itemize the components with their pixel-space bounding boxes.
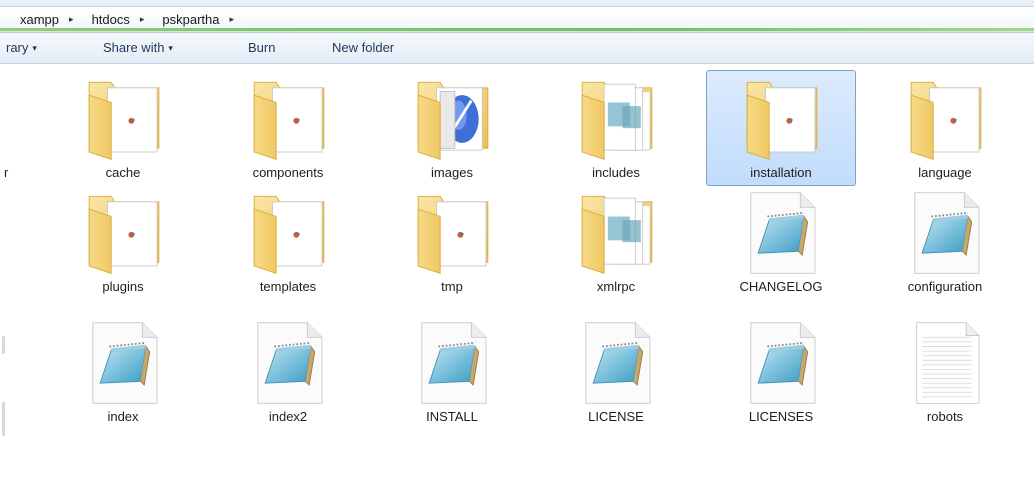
file-item-xmlrpc[interactable]: xmlrpc [541,184,691,300]
new-folder-button[interactable]: New folder [332,40,394,55]
file-item-label: CHANGELOG [739,279,823,294]
command-toolbar: rary ▾ Share with ▾ Burn New folder [0,33,1034,64]
folder-images-icon [417,81,489,160]
file-item-label: configuration [907,279,983,294]
navigation-pane-edge [2,336,5,354]
folder-icon [88,81,160,160]
file-item-label: includes [592,165,640,180]
file-item-label: components [252,165,324,180]
include-in-library-label: rary [6,40,29,55]
file-item-images[interactable]: images [377,70,527,186]
address-field[interactable]: xampp ▸ htdocs ▸ pskpartha ▸ [0,6,1034,31]
folder-stack-icon [581,195,653,274]
breadcrumb-item-xampp[interactable]: xampp [0,12,63,27]
file-item-label: installation [750,165,812,180]
file-item-index[interactable]: index [48,314,198,430]
file-item-label: templates [259,279,317,294]
navigation-pane-edge [2,402,5,436]
notepad-document-icon [914,192,980,274]
file-item-label: INSTALL [426,409,478,424]
file-item-label: cache [105,165,141,180]
notepad-document-icon [750,322,816,404]
notepad-document-icon [92,322,158,404]
breadcrumb-arrow-icon[interactable]: ▸ [134,14,145,25]
folder-icon [253,195,325,274]
chevron-down-icon: ▾ [32,43,37,53]
file-item-templates[interactable]: templates [213,184,363,300]
text-document-icon [916,322,980,404]
share-with-label: Share with [103,40,165,55]
file-item-licenses[interactable]: LICENSES [706,314,856,430]
notepad-document-icon [585,322,651,404]
file-item-cache[interactable]: cache [48,70,198,186]
folder-icon [417,195,489,274]
file-item-label: robots [926,409,964,424]
folder-stack-icon [581,81,653,160]
file-item-label: tmp [441,279,463,294]
file-item-install[interactable]: INSTALL [377,314,527,430]
file-item-plugins[interactable]: plugins [48,184,198,300]
breadcrumb-arrow-icon[interactable]: ▸ [63,14,74,25]
notepad-document-icon [257,322,323,404]
file-item-label: index2 [268,409,308,424]
file-item-label: xmlrpc [596,279,636,294]
file-item-license[interactable]: LICENSE [541,314,691,430]
file-list-view[interactable]: r cache components images includes insta… [0,64,1034,489]
file-item-label: LICENSE [588,409,644,424]
file-item-label: images [431,165,473,180]
breadcrumb-item-htdocs[interactable]: htdocs [74,12,134,27]
folder-icon [910,81,982,160]
file-item-index2[interactable]: index2 [213,314,363,430]
include-in-library-button[interactable]: rary ▾ [6,40,37,55]
folder-icon [253,81,325,160]
folder-icon [746,81,818,160]
folder-icon [88,195,160,274]
file-item-tmp[interactable]: tmp [377,184,527,300]
file-item-includes[interactable]: includes [541,70,691,186]
file-item-label: index [107,409,139,424]
file-item-components[interactable]: components [213,70,363,186]
file-item-configuration[interactable]: configuration [870,184,1020,300]
file-item-language[interactable]: language [870,70,1020,186]
file-item-robots[interactable]: robots [870,314,1020,430]
breadcrumb-item-pskpartha[interactable]: pskpartha [144,12,223,27]
navigation-pane-clipped-text: r [4,165,9,180]
file-item-label: language [918,165,972,180]
burn-button[interactable]: Burn [248,40,275,55]
share-with-button[interactable]: Share with ▾ [103,40,173,55]
notepad-document-icon [421,322,487,404]
notepad-document-icon [750,192,816,274]
breadcrumb: xampp ▸ htdocs ▸ pskpartha ▸ [0,10,234,28]
file-item-label: LICENSES [748,409,814,424]
chevron-down-icon: ▾ [168,43,173,53]
address-bar: xampp ▸ htdocs ▸ pskpartha ▸ [0,0,1034,33]
file-item-label: plugins [102,279,144,294]
breadcrumb-arrow-icon[interactable]: ▸ [224,14,235,25]
address-progress-accent [0,28,1034,31]
file-item-changelog[interactable]: CHANGELOG [706,184,856,300]
file-item-installation[interactable]: installation [706,70,856,186]
